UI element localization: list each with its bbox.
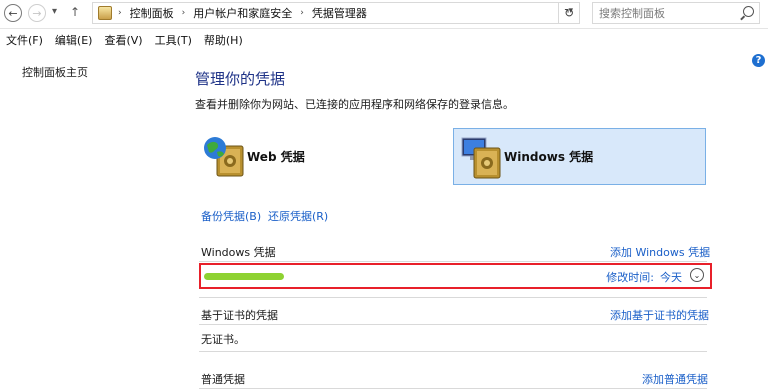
page-description: 查看并删除你为网站、已连接的应用程序和网络保存的登录信息。 <box>195 98 514 111</box>
add-windows-credential-link[interactable]: 添加 Windows 凭据 <box>610 244 710 260</box>
search-input[interactable] <box>593 5 741 21</box>
control-panel-icon <box>98 6 112 20</box>
section-divider <box>199 351 707 352</box>
forward-arrow-icon: → <box>32 6 42 20</box>
add-generic-credential-link[interactable]: 添加普通凭据 <box>642 371 708 387</box>
help-icon[interactable]: ? <box>752 54 765 67</box>
breadcrumb-user-accounts[interactable]: 用户帐户和家庭安全 <box>193 5 292 21</box>
add-certificate-credential-link[interactable]: 添加基于证书的凭据 <box>610 307 709 323</box>
menu-help[interactable]: 帮助(H) <box>204 32 243 48</box>
menu-view[interactable]: 查看(V) <box>104 32 142 48</box>
menu-bar: 文件(F) 编辑(E) 查看(V) 工具(T) 帮助(H) <box>0 30 768 50</box>
section-divider <box>199 297 707 298</box>
back-arrow-icon: ← <box>8 6 18 20</box>
expand-chevron-icon[interactable]: ⌄ <box>690 268 704 282</box>
menu-edit[interactable]: 编辑(E) <box>55 32 93 48</box>
breadcrumb-credential-manager[interactable]: 凭据管理器 <box>312 5 367 21</box>
restore-credentials-link[interactable]: 还原凭据(R) <box>268 208 328 224</box>
web-credentials-vault-icon <box>204 136 244 176</box>
credential-modified-time: 修改时间: 今天 <box>606 269 682 285</box>
search-box[interactable] <box>592 2 760 24</box>
modified-label: 修改时间: <box>606 271 654 284</box>
web-credentials-label: Web 凭据 <box>247 150 305 164</box>
breadcrumb-separator: › <box>300 8 304 18</box>
windows-credentials-label: Windows 凭据 <box>504 150 594 164</box>
modified-value: 今天 <box>660 271 682 284</box>
certificate-credentials-section-title: 基于证书的凭据 <box>201 309 278 322</box>
section-divider <box>199 388 707 389</box>
section-divider <box>199 324 707 325</box>
page-title: 管理你的凭据 <box>195 70 286 88</box>
breadcrumb-control-panel[interactable]: 控制面板 <box>130 5 174 21</box>
windows-credential-item[interactable]: 修改时间: 今天 ⌄ <box>199 263 712 289</box>
redacted-credential-name <box>204 273 284 280</box>
search-icon[interactable] <box>743 6 754 17</box>
breadcrumb-separator: › <box>181 8 186 18</box>
back-button[interactable]: ← <box>4 4 22 22</box>
address-toolbar: ← → ▾ ↑ › 控制面板 › 用户帐户和家庭安全 › 凭据管理器 ▾ ↻ <box>0 0 768 29</box>
menu-file[interactable]: 文件(F) <box>6 32 43 48</box>
section-divider <box>199 261 707 262</box>
breadcrumb-separator: › <box>118 8 122 18</box>
no-certificates-text: 无证书。 <box>201 333 245 346</box>
web-credentials-tab[interactable]: Web 凭据 <box>203 128 443 185</box>
refresh-icon: ↻ <box>563 6 575 20</box>
up-level-icon[interactable]: ↑ <box>70 5 80 19</box>
windows-credentials-section-title: Windows 凭据 <box>201 246 276 259</box>
windows-credentials-vault-icon <box>461 137 501 178</box>
sidebar-control-panel-home-link[interactable]: 控制面板主页 <box>22 64 88 80</box>
recent-locations-dropdown-icon[interactable]: ▾ <box>52 6 57 17</box>
address-bar[interactable]: › 控制面板 › 用户帐户和家庭安全 › 凭据管理器 ▾ <box>92 2 580 24</box>
windows-credentials-tab[interactable]: Windows 凭据 <box>453 128 706 185</box>
generic-credentials-section-title: 普通凭据 <box>201 373 245 386</box>
menu-tools[interactable]: 工具(T) <box>155 32 192 48</box>
backup-credentials-link[interactable]: 备份凭据(B) <box>201 208 261 224</box>
refresh-button[interactable]: ↻ <box>558 2 580 24</box>
forward-button[interactable]: → <box>28 4 46 22</box>
